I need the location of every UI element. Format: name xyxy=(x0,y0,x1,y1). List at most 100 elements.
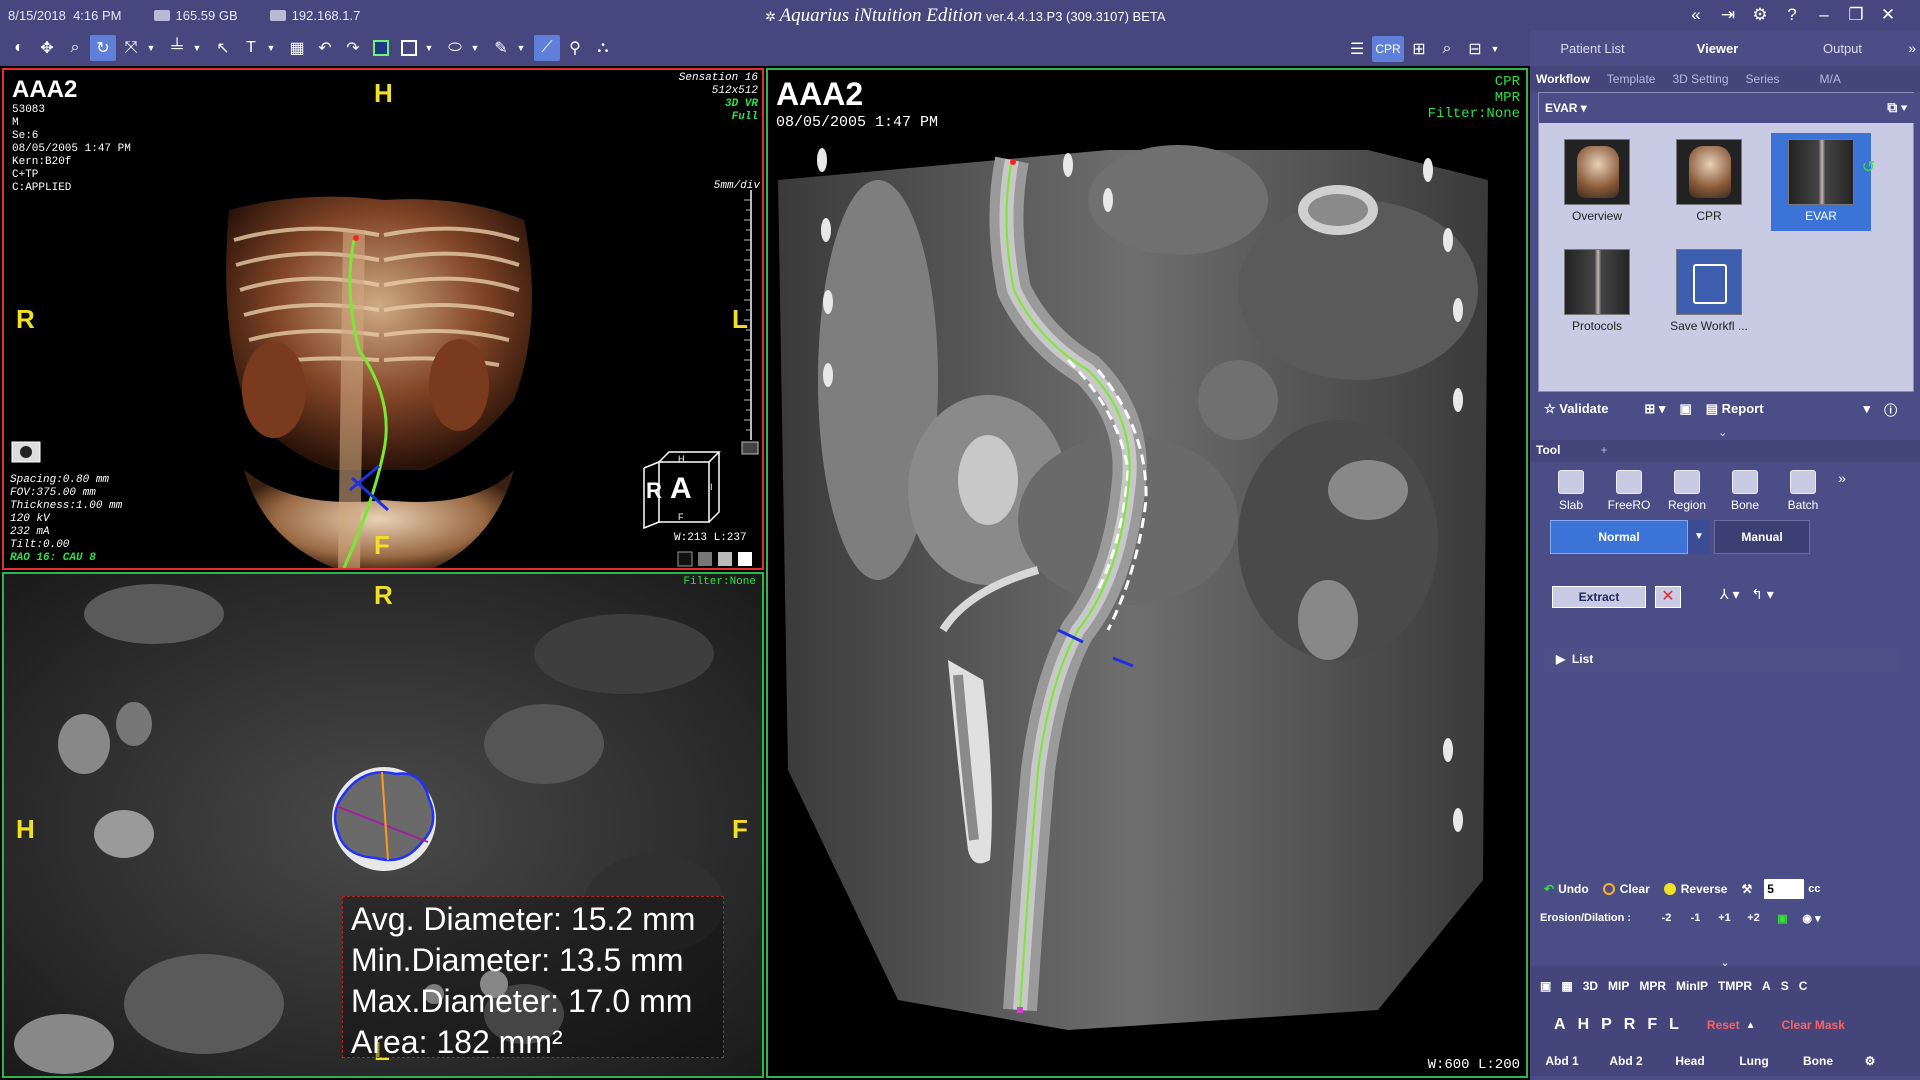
vessel-tools-icon[interactable]: ⛬ xyxy=(590,35,616,61)
window-level-icon[interactable]: ◐ xyxy=(6,35,32,61)
mode-a[interactable]: A xyxy=(1762,979,1771,993)
tab-output[interactable]: Output xyxy=(1780,41,1905,56)
ellipse-icon[interactable]: ⬭ xyxy=(442,35,468,61)
collapse-icon[interactable]: « xyxy=(1680,5,1712,25)
erosion-size-input[interactable]: 5 xyxy=(1764,879,1805,899)
orientation-cube[interactable]: A H R I F xyxy=(644,452,720,524)
mode-mip[interactable]: MIP xyxy=(1608,979,1629,993)
vessel-path-icon[interactable]: ⟋ xyxy=(534,35,560,61)
info-icon[interactable]: ⓘ xyxy=(1884,400,1897,419)
orient-a[interactable]: A xyxy=(1554,1016,1566,1034)
erosion-minus1[interactable]: -1 xyxy=(1681,912,1710,924)
dilation-plus1[interactable]: +1 xyxy=(1710,912,1739,924)
orient-h[interactable]: H xyxy=(1578,1016,1590,1034)
subtab-workflow[interactable]: Workflow xyxy=(1536,72,1590,86)
brush-icon[interactable]: ⚒ xyxy=(1741,882,1752,896)
text-dropdown[interactable]: ▼ xyxy=(266,35,276,61)
restore-button[interactable]: ❐ xyxy=(1840,5,1872,25)
viewport-cpr[interactable]: AAA2 08/05/2005 1:47 PM CPR MPR Filter:N… xyxy=(766,68,1528,1078)
mode-mpr[interactable]: MPR xyxy=(1639,979,1666,993)
add-tool-icon[interactable]: + xyxy=(1600,443,1607,457)
orient-r[interactable]: R xyxy=(1624,1016,1636,1034)
ruler-icon[interactable]: ╧ xyxy=(164,35,190,61)
viewport-cross-section[interactable]: Filter:None R H F L Avg. Diameter: 15.2 … xyxy=(2,572,764,1078)
flash-dropdown[interactable]: ▼ xyxy=(516,35,526,61)
magnify-icon[interactable]: ⌕ xyxy=(1434,36,1460,62)
box-dropdown[interactable]: ▼ xyxy=(424,35,434,61)
layout-icon[interactable]: ▦ xyxy=(284,35,310,61)
subtab-template[interactable]: Template xyxy=(1607,72,1656,86)
mode-minip[interactable]: MinIP xyxy=(1676,979,1708,993)
rotate-icon[interactable]: ↻ xyxy=(90,35,116,61)
rotate-3d-dropdown[interactable]: ▼ xyxy=(146,35,156,61)
close-button[interactable]: ✕ xyxy=(1872,5,1904,25)
expand-chevron-icon[interactable]: » xyxy=(1908,40,1916,56)
minimize-button[interactable]: – xyxy=(1808,5,1840,25)
ellipse-dropdown[interactable]: ▼ xyxy=(470,35,480,61)
dilation-plus2[interactable]: +2 xyxy=(1739,912,1768,924)
normal-button[interactable]: Normal xyxy=(1550,520,1688,554)
list-icon[interactable]: ☰ xyxy=(1344,36,1370,62)
single-view-icon[interactable]: ▣ xyxy=(1540,979,1551,993)
mode-c[interactable]: C xyxy=(1799,979,1808,993)
workflow-item-protocols[interactable]: Protocols xyxy=(1547,243,1647,341)
workflow-item-cpr[interactable]: CPR xyxy=(1659,133,1759,231)
layout-dropdown[interactable]: ▼ xyxy=(1490,36,1500,62)
workflow-selector[interactable]: EVAR ▾ ⧉ ▾ xyxy=(1539,93,1915,123)
undo-icon[interactable]: ↶ xyxy=(312,35,338,61)
cancel-extract-icon[interactable]: ✕ xyxy=(1655,586,1681,608)
report-button[interactable]: ▤ Report xyxy=(1706,401,1764,417)
ruler-dropdown[interactable]: ▼ xyxy=(192,35,202,61)
mode-tmpr[interactable]: TMPR xyxy=(1718,979,1752,993)
help-icon[interactable]: ? xyxy=(1776,5,1808,25)
tab-viewer[interactable]: Viewer xyxy=(1655,41,1780,56)
clear-mask-button[interactable]: Clear Mask xyxy=(1782,1018,1845,1032)
mode-3d[interactable]: 3D xyxy=(1583,979,1598,993)
list-expander[interactable]: ▶ List xyxy=(1544,648,1900,672)
preset-head[interactable]: Head xyxy=(1658,1054,1722,1068)
undo-button[interactable]: ↶ Undo xyxy=(1544,882,1589,896)
manual-button[interactable]: Manual xyxy=(1714,520,1810,554)
mode-s[interactable]: S xyxy=(1781,979,1789,993)
more-tools-icon[interactable]: » xyxy=(1832,470,1852,530)
preset-settings-icon[interactable]: ⚙ xyxy=(1850,1054,1890,1068)
grid-layout-icon[interactable]: ⊟ xyxy=(1462,36,1488,62)
normal-dropdown[interactable]: ▼ xyxy=(1688,520,1710,554)
preset-abd1[interactable]: Abd 1 xyxy=(1530,1054,1594,1068)
crosshair-icon[interactable]: ⊞ xyxy=(1406,36,1432,62)
roi-icon[interactable] xyxy=(368,35,394,61)
subtab-3d-setting[interactable]: 3D Setting xyxy=(1672,72,1728,86)
tab-patient-list[interactable]: Patient List xyxy=(1530,41,1655,56)
mask-view-icon[interactable]: ◉ ▾ xyxy=(1797,912,1826,925)
quad-view-icon[interactable]: ▦ xyxy=(1561,979,1572,993)
preset-lung[interactable]: Lung xyxy=(1722,1054,1786,1068)
workflow-item-evar[interactable]: EVAR ↺ xyxy=(1771,133,1875,231)
workflow-item-overview[interactable]: Overview xyxy=(1547,133,1647,231)
fill-icon[interactable]: ▣ xyxy=(1768,912,1797,925)
viewport-3d-vr[interactable]: AAA2 53083 M Se:6 08/05/2005 1:47 PM Ker… xyxy=(2,68,764,570)
rotate-3d-icon[interactable]: ⤧ xyxy=(118,35,144,61)
key-icon[interactable]: ⚲ xyxy=(562,35,588,61)
subtab-ma[interactable]: M/A xyxy=(1820,72,1841,86)
zoom-icon[interactable]: ⌕ xyxy=(62,35,88,61)
reset-dropdown[interactable]: ▲ xyxy=(1746,1020,1756,1031)
cpr-toggle-icon[interactable]: CPR xyxy=(1372,36,1404,62)
save-icon[interactable]: ▣ xyxy=(1679,401,1691,417)
clear-button[interactable]: Clear xyxy=(1602,882,1650,896)
settings-gear-icon[interactable]: ⚙ xyxy=(1744,5,1776,25)
box-icon[interactable] xyxy=(396,35,422,61)
collapse-toggle-2[interactable]: ⌄ xyxy=(1530,956,1920,969)
measurement-box[interactable]: Avg. Diameter: 15.2 mm Min.Diameter: 13.… xyxy=(342,896,724,1060)
extract-button[interactable]: Extract xyxy=(1552,586,1646,608)
validate-button[interactable]: ☆ Validate xyxy=(1544,401,1608,417)
camera-flash-icon[interactable]: ✎ xyxy=(488,35,514,61)
workflow-item-save[interactable]: Save Workfl ... xyxy=(1659,243,1759,341)
redo-icon[interactable]: ↷ xyxy=(340,35,366,61)
snapshot-icon[interactable]: ⧉ ▾ xyxy=(1887,99,1907,116)
pointer-icon[interactable]: ↖ xyxy=(210,35,236,61)
subtab-series[interactable]: Series xyxy=(1746,72,1780,86)
preset-bone[interactable]: Bone xyxy=(1786,1054,1850,1068)
reverse-button[interactable]: Reverse xyxy=(1663,882,1727,896)
pan-icon[interactable]: ✥ xyxy=(34,35,60,61)
text-annotation-icon[interactable]: T xyxy=(238,35,264,61)
